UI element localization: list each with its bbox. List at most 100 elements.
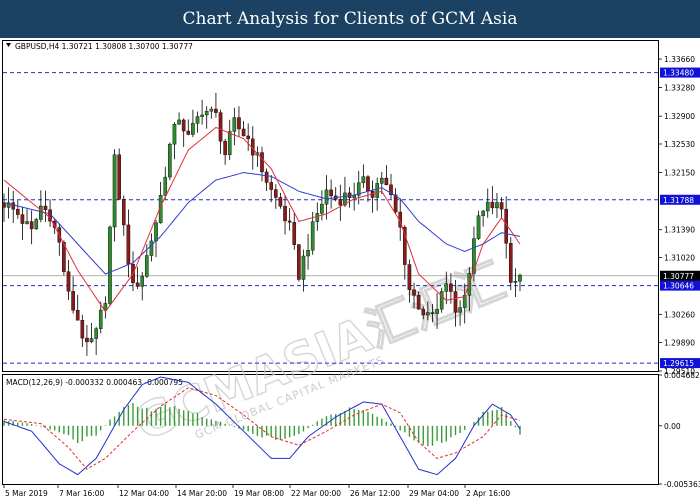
bull-candle	[145, 255, 149, 277]
bull-candle	[200, 114, 204, 117]
bull-candle	[168, 143, 172, 178]
bull-candle	[324, 189, 329, 205]
bear-candle	[297, 244, 301, 280]
bull-candle	[439, 291, 444, 310]
bear-candle	[75, 310, 80, 321]
bear-candle	[329, 189, 333, 197]
bull-candle	[458, 307, 462, 313]
x-tick-label: 5 Mar 2019	[5, 489, 48, 498]
bear-candle	[214, 108, 218, 113]
x-tick-label: 22 Mar 00:00	[291, 489, 341, 498]
price-panel-header: GBPUSD,H4 1.30721 1.30808 1.30700 1.3077…	[15, 42, 193, 51]
price-y-tick-label: 1.31020	[664, 253, 695, 262]
bear-candle	[126, 224, 131, 265]
bear-candle	[283, 205, 287, 222]
bull-candle	[89, 338, 94, 343]
bull-candle	[191, 123, 195, 135]
bear-candle	[393, 194, 398, 213]
price-y-tick-label: 1.33280	[664, 84, 695, 93]
bear-candle	[237, 117, 241, 130]
bear-candle	[274, 189, 278, 198]
bear-candle	[117, 154, 121, 200]
bear-candle	[241, 128, 246, 137]
bear-candle	[416, 295, 421, 310]
bear-candle	[412, 289, 416, 296]
bull-candle	[25, 221, 29, 224]
x-tick-label: 12 Mar 04:00	[119, 489, 169, 498]
bear-candle	[292, 222, 297, 245]
bull-candle	[227, 131, 232, 155]
bear-candle	[135, 282, 140, 287]
bull-candle	[481, 210, 485, 216]
bear-candle	[508, 243, 513, 283]
bull-candle	[435, 308, 439, 314]
x-tick-label: 14 Mar 20:00	[177, 489, 227, 498]
macd-y-tick-label: 0.00	[664, 422, 681, 431]
x-tick-label: 26 Mar 12:00	[350, 489, 400, 498]
bull-candle	[301, 255, 306, 280]
bull-candle	[39, 205, 43, 220]
bull-candle	[315, 213, 320, 222]
bear-candle	[246, 135, 250, 140]
bull-candle	[306, 250, 310, 257]
bear-candle	[264, 171, 269, 183]
level-label: 1.31788	[663, 196, 694, 205]
price-y-tick-label: 1.30260	[664, 311, 695, 320]
bear-candle	[16, 208, 20, 215]
bear-candle	[186, 130, 191, 135]
bull-candle	[172, 124, 177, 145]
bear-candle	[453, 291, 458, 313]
chart-background	[0, 38, 700, 500]
level-label: 1.30646	[663, 282, 694, 291]
bull-candle	[518, 274, 522, 282]
bull-candle	[163, 176, 168, 196]
bear-candle	[366, 176, 370, 192]
bull-candle	[444, 283, 449, 292]
price-y-tick-label: 1.32150	[664, 169, 695, 178]
bear-candle	[278, 197, 283, 207]
bull-candle	[140, 276, 145, 287]
x-tick-label: 29 Mar 04:00	[409, 489, 459, 498]
bear-candle	[71, 291, 75, 311]
bull-candle	[154, 222, 158, 242]
page-title-text: Chart Analysis for Clients of GCM Asia	[182, 9, 518, 29]
price-y-tick-label: 1.32530	[664, 140, 695, 149]
bull-candle	[34, 219, 39, 230]
current-price-label: 1.30777	[663, 272, 694, 281]
bear-candle	[223, 140, 227, 155]
bear-candle	[287, 220, 292, 223]
bull-candle	[209, 108, 214, 112]
bull-candle	[495, 202, 499, 209]
bear-candle	[29, 221, 34, 230]
bear-candle	[43, 205, 48, 211]
bear-candle	[490, 201, 495, 209]
bear-candle	[11, 202, 16, 210]
bull-candle	[513, 281, 518, 283]
bull-candle	[98, 309, 103, 329]
bull-candle	[112, 154, 117, 228]
bull-candle	[94, 328, 98, 339]
bull-candle	[177, 119, 181, 125]
x-tick-label: 2 Apr 16:00	[466, 489, 510, 498]
bull-candle	[476, 215, 481, 239]
bear-candle	[449, 283, 453, 292]
bear-candle	[218, 112, 223, 142]
x-tick-label: 19 Mar 08:00	[234, 489, 284, 498]
bull-candle	[310, 221, 315, 251]
bull-candle	[379, 177, 384, 184]
bear-candle	[66, 271, 71, 292]
bear-candle	[430, 312, 435, 314]
bear-candle	[384, 177, 389, 186]
bull-candle	[195, 116, 200, 124]
bull-candle	[204, 110, 209, 116]
price-y-tick-label: 1.29890	[664, 338, 695, 347]
macd-y-tick-label: 0.004682	[664, 371, 700, 380]
bear-candle	[85, 337, 89, 343]
bear-candle	[121, 198, 126, 226]
bull-candle	[485, 201, 490, 212]
bear-candle	[260, 152, 264, 173]
level-label: 1.33480	[663, 69, 694, 78]
bear-candle	[421, 308, 426, 316]
bull-candle	[149, 240, 154, 256]
bull-candle	[108, 226, 112, 304]
